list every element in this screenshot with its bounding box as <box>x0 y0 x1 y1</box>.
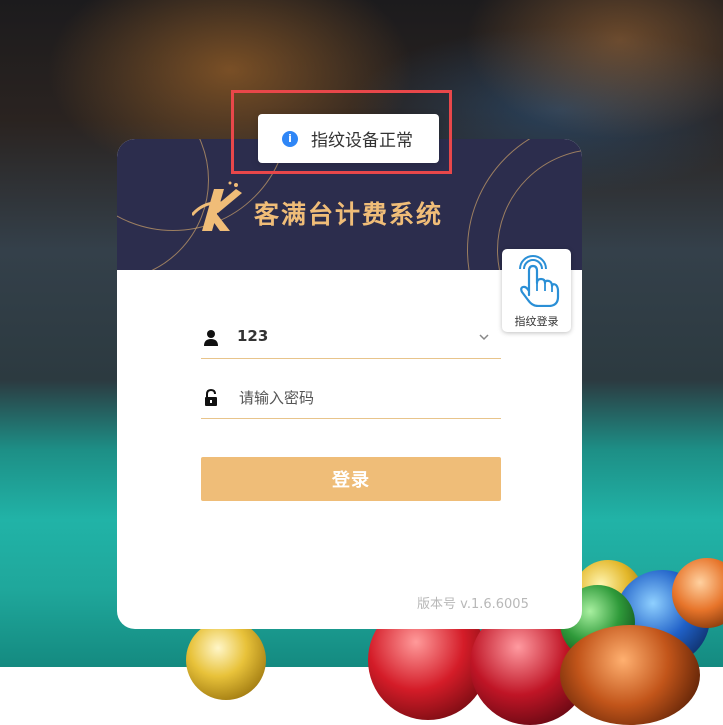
user-icon <box>204 330 218 346</box>
version-label: 版本号 v.1.6.6005 <box>417 597 529 612</box>
username-field[interactable]: 123 <box>201 318 501 359</box>
login-button[interactable]: 登录 <box>201 457 501 501</box>
lock-icon <box>205 389 217 406</box>
password-input[interactable] <box>237 385 491 411</box>
chevron-down-icon[interactable] <box>477 330 491 344</box>
app-brand-title: 客满台计费系统 <box>254 200 444 229</box>
username-value: 123 <box>237 327 269 345</box>
fingerprint-login-label: 指纹登录 <box>514 315 559 328</box>
password-field[interactable] <box>201 378 501 419</box>
fingerprint-login-button[interactable]: 指纹登录 <box>502 249 571 332</box>
highlight-annotation-box <box>231 90 452 174</box>
billiard-ball-decoration <box>186 620 266 700</box>
fingerprint-hand-icon <box>519 255 560 307</box>
k-logo-icon <box>192 181 242 231</box>
billiard-ball-decoration <box>560 625 700 725</box>
